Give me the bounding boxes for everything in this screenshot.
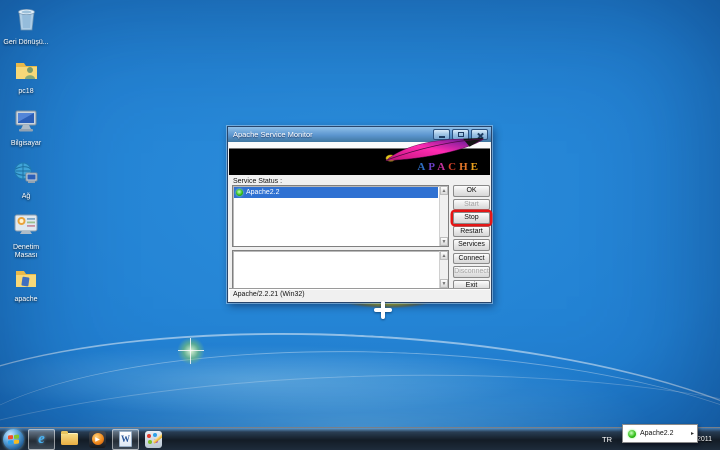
desktop-icon-label: pc18 bbox=[0, 88, 52, 96]
scroll-down-icon: ▼ bbox=[442, 281, 447, 287]
disconnect-button[interactable]: Disconnect bbox=[453, 266, 490, 278]
apache-running-icon bbox=[628, 430, 636, 438]
log-list-scrollbar[interactable]: ▲ ▼ bbox=[439, 251, 448, 288]
apache-wordmark: APACHE bbox=[417, 161, 481, 173]
language-indicator[interactable]: TR bbox=[597, 435, 617, 444]
ok-button[interactable]: OK bbox=[453, 185, 490, 197]
service-row-apache22[interactable]: Apache2.2 bbox=[234, 187, 438, 198]
taskbar: e ▶ W TR ▲ 11.10.2011 bbox=[0, 427, 720, 450]
tray-menu-service-name: Apache2.2 bbox=[640, 430, 673, 437]
shared-folder-icon bbox=[13, 58, 40, 82]
taskbar-item-media-player[interactable]: ▶ bbox=[84, 429, 111, 450]
scroll-up-button[interactable]: ▲ bbox=[440, 251, 448, 260]
media-player-icon: ▶ bbox=[89, 431, 106, 448]
scroll-down-button[interactable]: ▼ bbox=[440, 237, 448, 246]
desktop-icon-label: apache bbox=[0, 296, 52, 304]
folder-icon bbox=[13, 266, 39, 290]
wallpaper-sparkle bbox=[176, 336, 206, 366]
service-list-scrollbar[interactable]: ▲ ▼ bbox=[439, 186, 448, 246]
service-running-icon bbox=[236, 189, 243, 196]
desktop-icon-computer[interactable]: Bilgisayar bbox=[0, 108, 52, 148]
computer-icon bbox=[12, 108, 40, 134]
restart-button[interactable]: Restart bbox=[453, 226, 490, 238]
window-statusbar: Apache/2.2.21 (Win32) bbox=[229, 288, 490, 301]
apache-service-monitor-window: Apache Service Monitor bbox=[227, 126, 492, 303]
scroll-up-icon: ▲ bbox=[442, 188, 447, 194]
folder-icon bbox=[61, 433, 78, 445]
scroll-down-icon: ▼ bbox=[442, 239, 447, 245]
scroll-down-button[interactable]: ▼ bbox=[440, 279, 448, 288]
control-panel-icon bbox=[12, 212, 40, 238]
scroll-up-button[interactable]: ▲ bbox=[440, 186, 448, 195]
play-icon: ▶ bbox=[95, 436, 100, 443]
apache-tray-menu-item[interactable]: Apache2.2 ▸ bbox=[622, 424, 698, 443]
internet-explorer-icon: e bbox=[38, 431, 45, 448]
service-status-list[interactable]: Apache2.2 ▲ ▼ bbox=[232, 185, 449, 247]
submenu-arrow-icon: ▸ bbox=[691, 430, 694, 437]
desktop-icon-label: Geri Dönüşü... bbox=[0, 39, 52, 47]
taskbar-item-paint[interactable] bbox=[140, 429, 167, 450]
apache-banner: APACHE bbox=[229, 142, 490, 175]
desktop-icon-network[interactable]: Ağ bbox=[0, 161, 52, 201]
window-title: Apache Service Monitor bbox=[233, 130, 313, 139]
desktop-icon-apache-folder[interactable]: apache bbox=[0, 266, 52, 304]
window-button-column: OK Start Stop Restart Services Connect D… bbox=[453, 185, 490, 291]
windows-logo-icon bbox=[8, 434, 19, 444]
log-list[interactable]: ▲ ▼ bbox=[232, 250, 449, 289]
taskbar-item-explorer[interactable] bbox=[56, 429, 83, 450]
desktop-icon-control-panel[interactable]: Denetim Masası bbox=[0, 212, 52, 259]
taskbar-item-internet-explorer[interactable]: e bbox=[28, 429, 55, 450]
desktop-icon-label: Denetim Masası bbox=[0, 244, 52, 259]
taskbar-item-word[interactable]: W bbox=[112, 429, 139, 450]
desktop: Geri Dönüşü... pc18 bbox=[0, 0, 720, 450]
network-icon bbox=[12, 161, 40, 187]
service-name: Apache2.2 bbox=[246, 189, 279, 196]
word-icon: W bbox=[119, 431, 132, 447]
connect-button[interactable]: Connect bbox=[453, 253, 490, 265]
move-cursor bbox=[374, 301, 392, 319]
scroll-up-icon: ▲ bbox=[442, 253, 447, 259]
desktop-icon-label: Ağ bbox=[0, 193, 52, 201]
paint-icon bbox=[145, 431, 162, 448]
desktop-icon-label: Bilgisayar bbox=[0, 140, 52, 148]
recycle-bin-icon bbox=[13, 6, 40, 33]
stop-button[interactable]: Stop bbox=[453, 212, 490, 224]
desktop-icon-recycle-bin[interactable]: Geri Dönüşü... bbox=[0, 6, 52, 47]
service-status-label: Service Status : bbox=[233, 178, 282, 185]
start-button[interactable] bbox=[3, 429, 24, 450]
desktop-icon-pc18[interactable]: pc18 bbox=[0, 58, 52, 96]
services-button[interactable]: Services bbox=[453, 239, 490, 251]
apache-feather-logo bbox=[378, 137, 488, 163]
start-button[interactable]: Start bbox=[453, 199, 490, 211]
